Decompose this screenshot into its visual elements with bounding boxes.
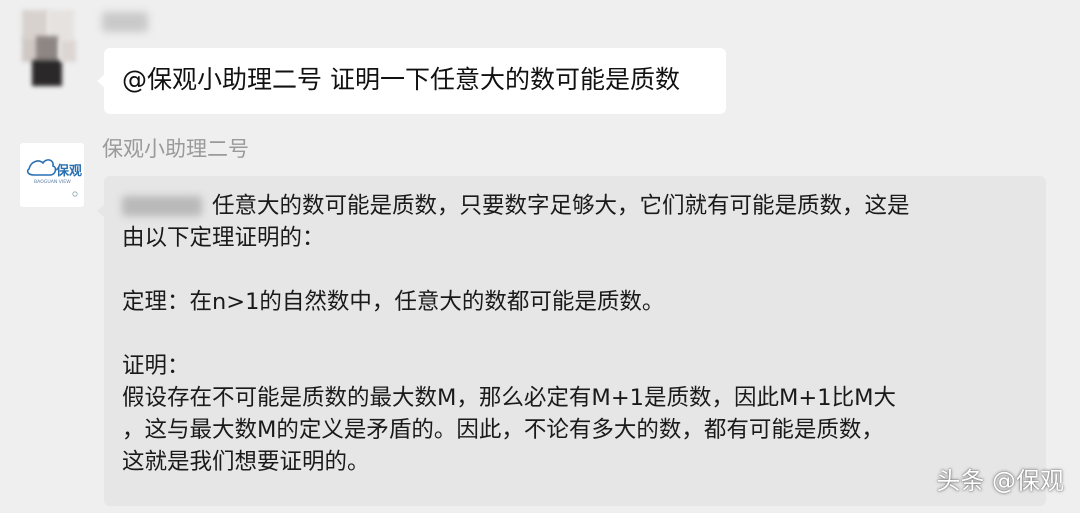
watermark: 头条 @保观 [936,467,1064,495]
bot-message-text: 任意大的数可能是质数，只要数字足够大，它们就有可能是质数，这是 由以下定理证明的… [122,190,1032,478]
message-line: ，这与最大数M的定义是矛盾的。因此，不论有多大的数，都有可能是质数， [122,417,884,443]
message-line: 定理：在n>1的自然数中，任意大的数都可能是质数。 [122,289,665,315]
message-line: 假设存在不可能是质数的最大数M，那么必定有M+1是质数，因此M+1比M大 [122,385,896,411]
bubble-tail [97,74,105,88]
logo-text: 保观 [55,163,82,179]
bot-avatar[interactable]: 保观 BAOGUAN VIEW [20,143,84,207]
bot-message-bubble[interactable]: 任意大的数可能是质数，只要数字足够大，它们就有可能是质数，这是 由以下定理证明的… [97,176,1046,506]
bubble-tail [97,204,105,218]
logo-subtext: BAOGUAN VIEW [34,179,71,185]
message-line [122,254,1032,286]
mention-redacted [122,196,202,216]
message-line: 证明： [122,353,190,379]
message-line: 由以下定理证明的： [122,225,325,251]
bot-name: 保观小助理二号 [102,137,249,161]
message-line: 这就是我们想要证明的。 [122,449,370,475]
user-name-redacted [102,12,148,32]
user-message-text: @保观小助理二号 证明一下任意大的数可能是质数 [122,65,680,94]
user-avatar[interactable] [22,10,82,88]
message-line [122,318,1032,350]
user-message-bubble[interactable]: @保观小助理二号 证明一下任意大的数可能是质数 [97,48,726,114]
baoguan-logo-icon: 保观 BAOGUAN VIEW [26,159,82,197]
message-line: 任意大的数可能是质数，只要数字足够大，它们就有可能是质数，这是 [122,190,1032,222]
